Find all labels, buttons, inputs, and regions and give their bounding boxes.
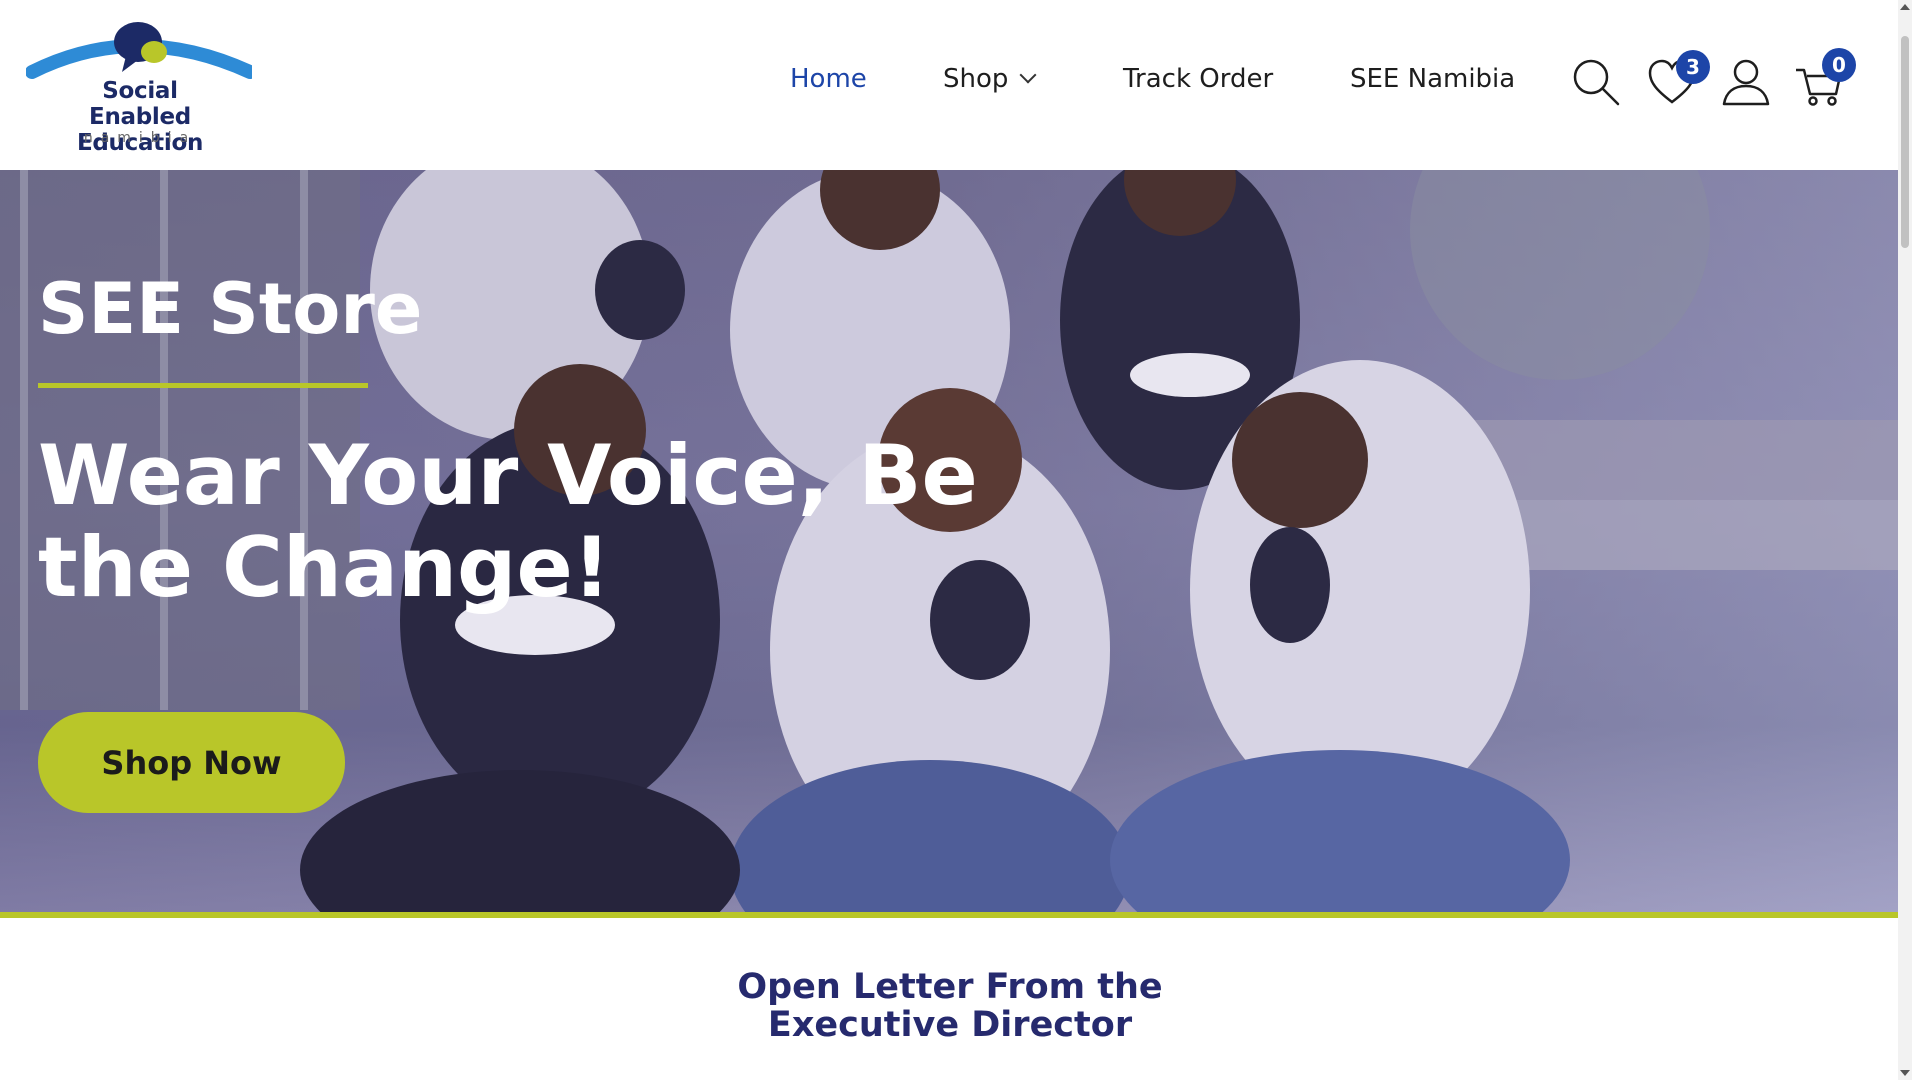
cart-button[interactable]: 0 <box>1794 48 1856 108</box>
shop-now-button[interactable]: Shop Now <box>38 712 345 813</box>
open-letter-title-line-1: Open Letter From the <box>737 967 1163 1007</box>
page-scrollbar[interactable] <box>1898 0 1912 1080</box>
search-icon <box>1573 59 1620 106</box>
logo-line-1: Social Enabled <box>89 78 191 130</box>
nav-shop[interactable]: Shop <box>943 64 1037 94</box>
hero-headline-line-1: Wear Your Voice, Be <box>38 427 978 524</box>
wishlist-count-badge: 3 <box>1676 50 1710 84</box>
open-letter-title: Open Letter From the Executive Director <box>700 968 1200 1044</box>
scroll-up-arrow-icon[interactable] <box>1900 4 1910 10</box>
open-letter-title-line-2: Executive Director <box>767 1005 1133 1045</box>
scroll-down-arrow-icon[interactable] <box>1900 1070 1910 1076</box>
account-button[interactable] <box>1720 56 1772 108</box>
nav-see-namibia[interactable]: SEE Namibia <box>1350 64 1515 94</box>
hero-bottom-border <box>0 912 1898 918</box>
hero-headline: Wear Your Voice, Be the Change! <box>38 430 978 614</box>
hero-banner: SEE Store Wear Your Voice, Be the Change… <box>0 170 1898 912</box>
search-button[interactable] <box>1570 56 1622 108</box>
site-header: Social Enabled Education namibia Home Sh… <box>0 0 1898 170</box>
scrollbar-thumb[interactable] <box>1901 36 1909 248</box>
nav-track-order[interactable]: Track Order <box>1123 64 1273 94</box>
nav-shop-label: Shop <box>943 64 1009 94</box>
hero-title-underline <box>38 383 368 388</box>
cart-count-badge: 0 <box>1822 48 1856 82</box>
hero-store-title: SEE Store <box>38 268 423 350</box>
site-logo[interactable]: Social Enabled Education namibia <box>25 20 257 156</box>
wishlist-button[interactable]: 3 <box>1646 50 1710 108</box>
chevron-down-icon <box>1019 66 1037 84</box>
hero-headline-line-2: the Change! <box>38 519 611 616</box>
nav-home[interactable]: Home <box>790 64 867 94</box>
logo-tagline: namibia <box>83 130 197 146</box>
user-icon <box>1722 59 1770 106</box>
